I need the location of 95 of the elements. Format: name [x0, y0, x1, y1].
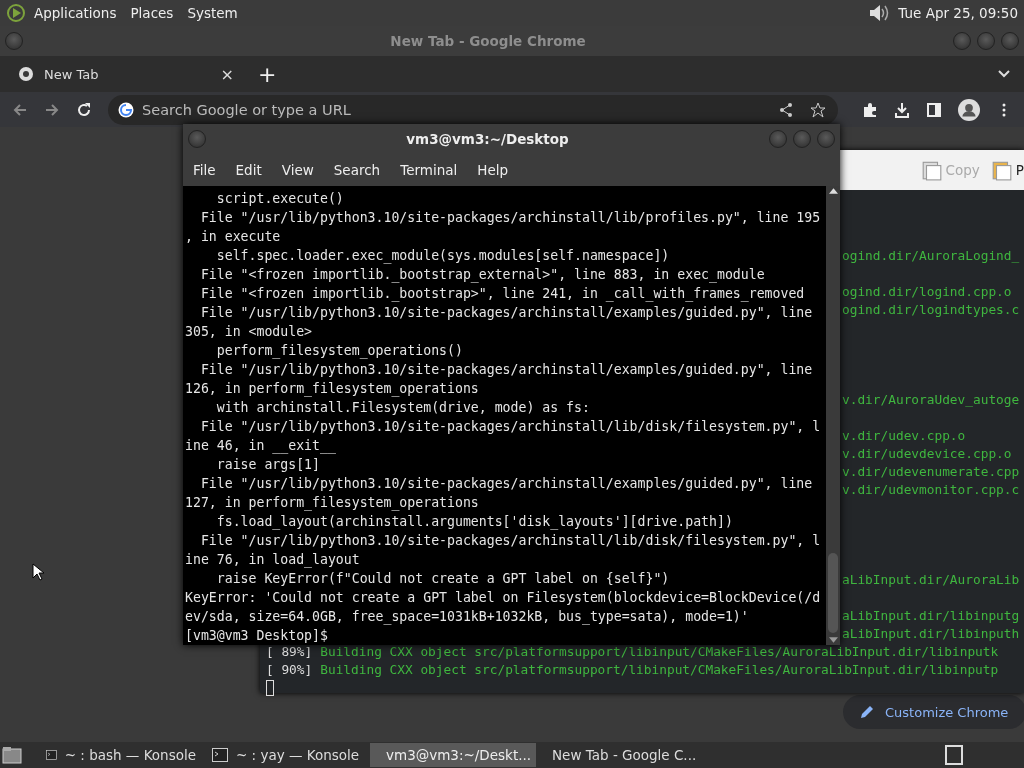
volume-icon[interactable] — [868, 3, 891, 23]
window-title: New Tab - Google Chrome — [389, 33, 587, 49]
chrome-icon — [18, 66, 34, 82]
terminal-line: File "/usr/lib/python3.10/site-packages/archinstall/lib/disk/filesystem.py", l — [199, 418, 821, 436]
clipboard-icon — [991, 159, 1012, 181]
customize-chrome-button[interactable]: Customize Chrome — [843, 695, 1024, 729]
build-output-line: ogind.dir/logind.cpp.o — [842, 283, 1012, 301]
panel-menu[interactable]: Places — [130, 5, 174, 21]
build-percent: [ 90%] — [266, 661, 313, 679]
text-cursor — [266, 680, 274, 696]
terminal-line: KeyError: 'Could not create a GPT label on Filesystem(blockdevice=BlockDevice(/d — [185, 589, 821, 607]
scrollbar-thumb[interactable] — [828, 553, 838, 633]
menu-item[interactable]: View — [281, 161, 314, 178]
build-output-line: ogind.dir/AuroraLogind_ — [842, 247, 1020, 265]
window-menu-icon[interactable] — [188, 129, 206, 148]
panel-menu[interactable]: System — [187, 5, 238, 21]
close-icon[interactable] — [1001, 32, 1019, 50]
window-title: vm3@vm3:~/Desktop — [405, 130, 570, 147]
build-output-line: v.dir/udevmonitor.cpp.c — [842, 481, 1020, 499]
address-field[interactable]: Search Google or type a URL — [108, 94, 838, 125]
menu-item[interactable]: Terminal — [400, 161, 458, 178]
build-output-line: v.dir/udevenumerate.cpp — [842, 463, 1020, 481]
taskbar-item[interactable]: ~ : yay — Konsole — [204, 743, 370, 767]
terminal-line: File "/usr/lib/python3.10/site-packages/archinstall/examples/guided.py", line — [199, 475, 813, 493]
build-output-line: aLibInput.dir/libinputh — [842, 625, 1020, 643]
menu-item[interactable]: Help — [477, 161, 509, 178]
toolbar-button[interactable]: P — [991, 159, 1024, 181]
terminal-line: perform_filesystem_operations() — [215, 342, 463, 360]
minimize-icon[interactable] — [769, 129, 787, 148]
terminal-line: File "<frozen importlib._bootstrap>", line 241, in _call_with_frames_removed — [199, 285, 805, 303]
terminal-line: File "/usr/lib/python3.10/site-packages/archinstall/lib/disk/filesystem.py", l — [199, 532, 821, 550]
terminal-line: File "/usr/lib/python3.10/site-packages/archinstall/examples/guided.py", line — [199, 361, 813, 379]
minimize-icon[interactable] — [953, 32, 971, 50]
chevron-down-icon[interactable] — [998, 70, 1010, 78]
build-output-line: v.dir/udev.cpp.o — [842, 427, 966, 445]
terminal-line: self.spec.loader.exec_module(sys.modules[self.namespace]) — [215, 247, 670, 265]
scroll-up-icon[interactable] — [828, 188, 838, 194]
star-icon[interactable] — [810, 101, 826, 118]
close-icon[interactable] — [817, 129, 835, 148]
tab-close-button[interactable]: × — [220, 64, 234, 84]
terminal-line: raise KeyError(f"Could not create a GPT label on {self}") — [215, 570, 670, 588]
pencil-icon — [859, 704, 875, 720]
share-icon[interactable] — [778, 101, 794, 118]
maximize-icon[interactable] — [793, 129, 811, 148]
terminal-line: File "/usr/lib/python3.10/site-packages/archinstall/examples/guided.py", line — [199, 304, 813, 322]
build-percent: [ 89%] — [266, 643, 313, 661]
build-output-line: aLibInput.dir/libinputg — [842, 607, 1020, 625]
build-output-line: v.dir/udevdevice.cpp.o — [842, 445, 1012, 463]
logo-icon[interactable] — [6, 3, 26, 23]
build-output-line: Building CXX object src/platformsupport/libinput/CMakeFiles/AuroraLibInput.dir/libinputk — [320, 643, 999, 661]
menu-item[interactable]: File — [193, 161, 216, 178]
window-menu-icon[interactable] — [5, 32, 23, 50]
terminal-line: , in execute — [185, 228, 281, 246]
taskbar-item[interactable]: vm3@vm3:~/Deskt... — [370, 743, 536, 767]
terminal-line: raise args[1] — [215, 456, 320, 474]
terminal-line: 127, in perform_filesystem_operations — [185, 494, 479, 512]
puzzle-icon[interactable] — [862, 101, 878, 118]
terminal-line: File "/usr/lib/python3.10/site-packages/archinstall/lib/profiles.py", line 195 — [199, 209, 821, 227]
terminal-line: with archinstall.Filesystem(drive, mode) as fs: — [215, 399, 590, 417]
clock[interactable]: Tue Apr 25, 09:50 — [898, 5, 1018, 21]
menu-item[interactable]: Edit — [235, 161, 262, 178]
side-panel-icon[interactable] — [926, 101, 942, 118]
back-icon[interactable] — [12, 101, 28, 118]
terminal-icon — [46, 748, 57, 762]
show-desktop-icon[interactable] — [944, 745, 964, 765]
taskbar-item[interactable]: ~ : bash — Konsole — [38, 743, 204, 767]
terminal-line: ine 46, in __exit__ — [185, 437, 336, 455]
terminal-line: ev/sda, size=64.0GB, free_space=1031kB+1032kB, bus_type=sata), mode=1)' — [185, 608, 749, 626]
terminal-line: script.execute() — [215, 190, 344, 208]
terminal-line: fs.load_layout(archinstall.arguments['disk_layouts'][drive.path]) — [215, 513, 733, 531]
build-output-line: Building CXX object src/platformsupport/libinput/CMakeFiles/AuroraLibInput.dir/libinputp — [320, 661, 999, 679]
menu-item[interactable]: Search — [333, 161, 381, 178]
profile-icon[interactable] — [958, 98, 980, 121]
build-output-line: aLibInput.dir/AuroraLib — [842, 571, 1020, 589]
folder-icon[interactable] — [2, 746, 22, 764]
build-output-line: v.dir/AuroraUdev_autoge — [842, 391, 1020, 409]
terminal-line: ine 76, in load_layout — [185, 551, 360, 569]
panel-menu[interactable]: Applications — [34, 5, 117, 21]
scrollbar[interactable] — [826, 186, 840, 645]
terminal-line: 305, in <module> — [185, 323, 313, 341]
google-icon — [118, 101, 134, 118]
scroll-down-icon[interactable] — [828, 637, 838, 643]
build-output-line: ogind.dir/logindtypes.c — [842, 301, 1020, 319]
terminal-line: File "<frozen importlib._bootstrap_external>", line 883, in exec_module — [199, 266, 765, 284]
terminal-icon — [212, 748, 228, 762]
maximize-icon[interactable] — [977, 32, 995, 50]
reload-icon[interactable] — [76, 101, 92, 118]
terminal-line: [vm3@vm3 Desktop]$ — [185, 627, 329, 645]
mouse-pointer-icon — [32, 563, 44, 581]
taskbar-item[interactable]: New Tab - Google C... — [536, 743, 702, 767]
download-icon[interactable] — [894, 101, 910, 118]
terminal-line: 126, in perform_filesystem_operations — [185, 380, 479, 398]
forward-icon[interactable] — [44, 101, 60, 118]
new-tab-button[interactable]: + — [258, 61, 277, 87]
copy-icon — [921, 159, 942, 181]
